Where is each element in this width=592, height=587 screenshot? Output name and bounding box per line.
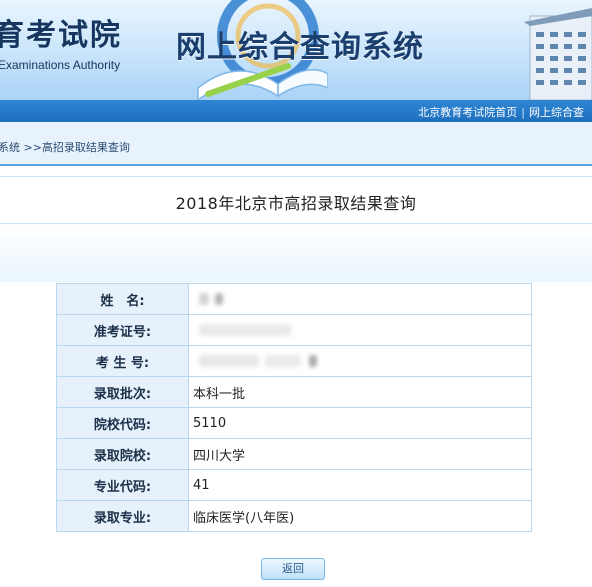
table-row: 准考证号: [56, 314, 532, 346]
table-row: 专业代码: 41 [56, 469, 532, 501]
exam-id-value-redacted [188, 314, 532, 346]
major-code-label: 专业代码: [56, 469, 189, 501]
page-title: 2018年北京市高招录取结果查询 [175, 194, 417, 213]
candidate-no-label: 考 生 号: [56, 345, 189, 377]
nav-link-home[interactable]: 北京教育考试院首页 [418, 106, 517, 119]
breadcrumb-bar: 系统 >>高招录取结果查询 [0, 122, 592, 166]
admission-batch-label: 录取批次: [56, 376, 189, 408]
name-value-redacted [188, 283, 532, 315]
table-row: 院校代码: 5110 [56, 407, 532, 439]
school-code-value: 5110 [188, 407, 532, 439]
top-nav-bar: 北京教育考试院首页 | 网上综合查 [0, 100, 592, 122]
redaction-blur [265, 355, 301, 367]
redaction-blur [199, 355, 259, 367]
nav-separator: | [521, 106, 525, 119]
background-band [0, 224, 592, 282]
organization-name-english: Examinations Authority [0, 58, 121, 72]
exam-id-label: 准考证号: [56, 314, 189, 346]
major-code-value: 41 [188, 469, 532, 501]
organization-name: 育考试院 [0, 18, 122, 53]
divider [0, 164, 592, 166]
back-button[interactable]: 返回 [261, 558, 325, 580]
nav-links: 北京教育考试院首页 | 网上综合查 [418, 104, 584, 120]
redaction-blur [215, 293, 223, 305]
nav-link-query-system[interactable]: 网上综合查 [529, 106, 584, 119]
admission-batch-value: 本科一批 [188, 376, 532, 408]
table-row: 录取专业: 临床医学(八年医) [56, 500, 532, 532]
redaction-blur [199, 293, 209, 305]
header-banner: 育考试院 Examinations Authority 网上综合查询系统 [0, 0, 592, 100]
school-code-label: 院校代码: [56, 407, 189, 439]
admitted-school-value: 四川大学 [188, 438, 532, 470]
redaction-blur [309, 355, 317, 367]
name-label: 姓 名: [56, 283, 189, 315]
admitted-major-label: 录取专业: [56, 500, 189, 532]
candidate-no-value-redacted [188, 345, 532, 377]
table-row: 考 生 号: [56, 345, 532, 377]
building-illustration-icon [524, 8, 592, 100]
table-row: 姓 名: [56, 283, 532, 315]
table-row: 录取院校: 四川大学 [56, 438, 532, 470]
admitted-school-label: 录取院校: [56, 438, 189, 470]
admission-result-table: 姓 名: 准考证号: 考 生 号: 录取批次: 本科一批 院校代码: 5110 … [56, 283, 532, 532]
breadcrumb: 系统 >>高招录取结果查询 [0, 141, 130, 154]
redaction-blur [199, 324, 291, 336]
table-row: 录取批次: 本科一批 [56, 376, 532, 408]
page-title-bar: 2018年北京市高招录取结果查询 [0, 176, 592, 224]
system-title: 网上综合查询系统 [176, 30, 424, 65]
admitted-major-value: 临床医学(八年医) [188, 500, 532, 532]
